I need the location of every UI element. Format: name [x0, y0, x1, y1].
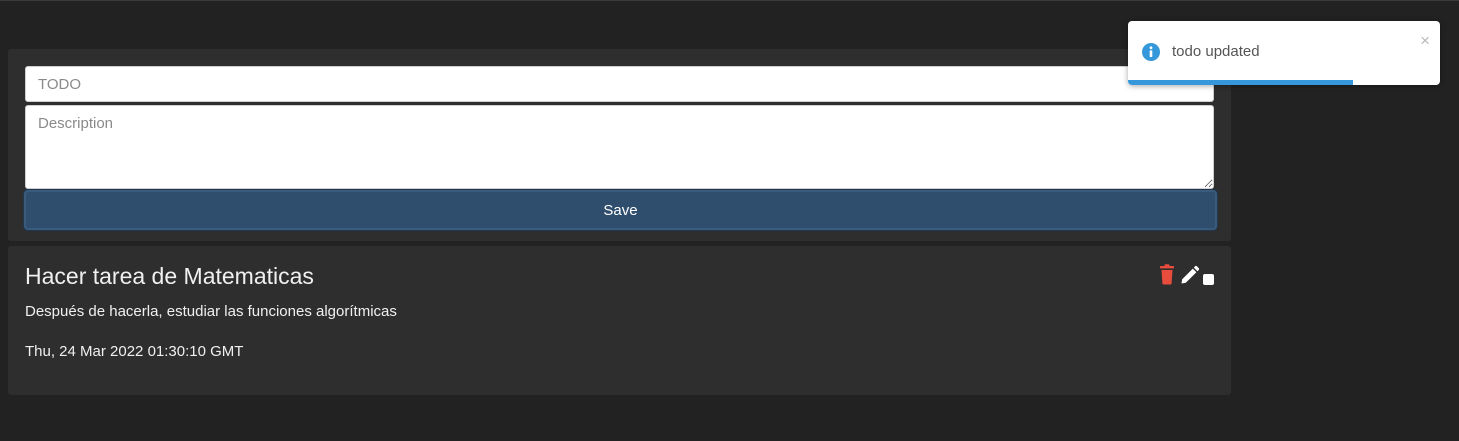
todo-date: Thu, 24 Mar 2022 01:30:10 GMT — [25, 343, 244, 360]
trash-icon[interactable] — [1157, 264, 1177, 286]
complete-checkbox[interactable] — [1203, 274, 1214, 285]
toast-message: todo updated — [1172, 43, 1260, 60]
todo-description: Después de hacerla, estudiar las funcion… — [25, 303, 397, 320]
info-icon — [1142, 43, 1160, 61]
todo-item: Hacer tarea de Matematicas Después de ha… — [8, 246, 1231, 395]
notification-toast: todo updated × — [1128, 21, 1440, 85]
toast-progress-bar — [1128, 80, 1353, 85]
description-input[interactable] — [25, 105, 1214, 189]
close-icon[interactable]: × — [1420, 32, 1430, 49]
pencil-icon[interactable] — [1179, 264, 1200, 286]
todo-form: Save — [8, 49, 1231, 241]
todo-title: Hacer tarea de Matematicas — [25, 263, 314, 289]
todo-input[interactable] — [25, 66, 1214, 102]
top-border — [0, 0, 1459, 1]
save-button[interactable]: Save — [24, 190, 1217, 230]
